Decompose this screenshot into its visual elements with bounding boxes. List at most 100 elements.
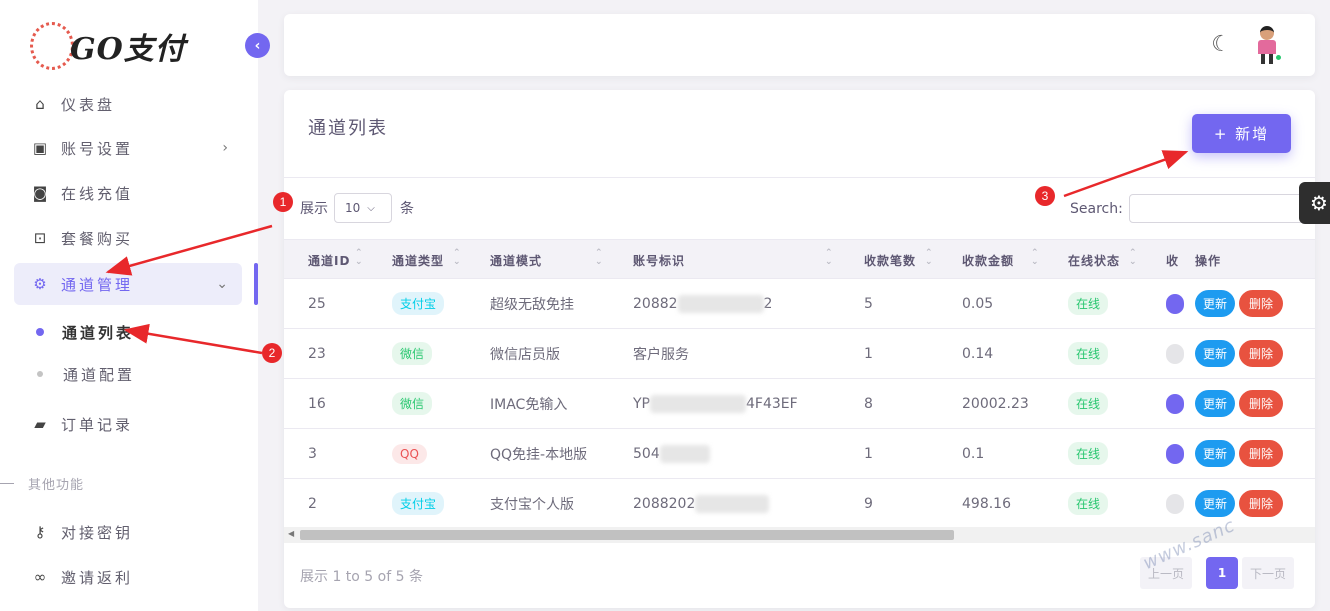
delete-button[interactable]: 删除 [1239, 340, 1284, 367]
page-length-control: 展示 10 ⌵ 条 [300, 193, 414, 223]
horizontal-scrollbar[interactable]: ◀ [284, 527, 1315, 543]
search-label: Search: [1070, 200, 1123, 217]
sidebar-item-channel-management[interactable]: ⚙ 通道管理 ⌄ [14, 263, 242, 305]
update-button[interactable]: 更新 [1195, 290, 1236, 317]
add-channel-button[interactable]: + 新增 [1192, 114, 1291, 153]
annotation-marker-1: 1 [273, 192, 293, 212]
avatar[interactable] [1251, 24, 1283, 64]
receive-toggle[interactable] [1166, 293, 1184, 314]
sidebar-item-label: 在线充值 [61, 184, 134, 203]
type-badge: 支付宝 [392, 292, 445, 315]
cell-id: 3 [308, 445, 317, 462]
update-button[interactable]: 更新 [1195, 440, 1236, 467]
sidebar-item-label: 对接密钥 [61, 523, 134, 542]
search-input[interactable] [1128, 194, 1309, 223]
receive-toggle[interactable] [1166, 343, 1184, 364]
length-prefix: 展示 [300, 201, 328, 217]
cell-actions: 更新 删除 [1195, 479, 1284, 527]
type-badge: 支付宝 [392, 492, 445, 515]
sidebar-item-package-purchase[interactable]: ⊡ 套餐购买 [14, 217, 242, 259]
delete-button[interactable]: 删除 [1239, 390, 1284, 417]
table-row: 25 支付宝 超级无敌免挂 20882 2 5 0.05 在线 更新 删除 [284, 279, 1315, 329]
online-status-dot [1274, 53, 1283, 62]
status-badge: 在线 [1068, 342, 1109, 365]
type-badge: 微信 [392, 342, 433, 365]
cell-actions: 更新 删除 [1195, 429, 1284, 478]
sidebar-item-referral[interactable]: ∞ 邀请返利 [14, 556, 242, 598]
annotation-marker-2: 2 [262, 343, 282, 363]
redacted-blur [659, 444, 710, 463]
collapse-sidebar-button[interactable]: ‹ [245, 33, 270, 58]
cell-amount: 20002.23 [962, 395, 1029, 412]
column-header-status[interactable]: 在线状态 ⌃ ⌄ [1068, 240, 1137, 280]
status-badge: 在线 [1068, 292, 1109, 315]
column-header-mode[interactable]: 通道模式 ⌃ ⌄ [490, 240, 603, 280]
sidebar-subitem-channel-config[interactable]: 通道配置 [36, 359, 135, 389]
column-header-label: 账号标识 [633, 253, 686, 268]
receive-toggle[interactable] [1166, 493, 1184, 514]
account-visible-prefix: 504 [633, 445, 660, 462]
column-header-receive[interactable]: 收 [1166, 240, 1179, 280]
scroll-left-icon[interactable]: ◀ [288, 529, 294, 538]
chevron-down-icon: ⌄ [216, 276, 228, 292]
divider [284, 177, 1315, 178]
length-suffix: 条 [400, 201, 414, 217]
update-button[interactable]: 更新 [1195, 490, 1236, 517]
bullet-icon [37, 371, 43, 377]
scrollbar-thumb[interactable] [300, 530, 954, 540]
account-visible-prefix: 2088202 [633, 495, 696, 512]
sidebar-item-account-settings[interactable]: ▣ 账号设置 › [14, 127, 242, 169]
cell-account: 客户服务 [633, 329, 689, 378]
account-box-icon: ▣ [32, 139, 48, 157]
sidebar-item-dashboard[interactable]: ⌂ 仪表盘 [14, 83, 242, 125]
sidebar-item-online-recharge[interactable]: ◙ 在线充值 [14, 172, 242, 214]
column-header-type[interactable]: 通道类型 ⌃ ⌄ [392, 240, 461, 280]
brand-logo[interactable]: GO支付 [30, 18, 186, 74]
delete-button[interactable]: 删除 [1239, 490, 1284, 517]
sidebar-subitem-channel-list[interactable]: 通道列表 [36, 317, 134, 347]
column-header-count[interactable]: 收款笔数 ⌃ ⌄ [864, 240, 933, 280]
column-header-amount[interactable]: 收款金额 ⌃ ⌄ [962, 240, 1039, 280]
logo-ring-icon [30, 22, 74, 70]
section-label-text: 其他功能 [28, 478, 85, 493]
column-header-account[interactable]: 账号标识 ⌃ ⌄ [633, 240, 833, 280]
update-button[interactable]: 更新 [1195, 390, 1236, 417]
cell-status: 在线 [1068, 429, 1109, 478]
cell-toggle [1166, 329, 1184, 378]
cell-account: YP 4F43EF [633, 379, 798, 428]
page-button-current[interactable]: 1 [1206, 557, 1239, 589]
home-icon: ⌂ [35, 95, 45, 113]
type-badge: 微信 [392, 392, 433, 415]
column-header-label: 收款金额 [962, 253, 1015, 268]
redacted-blur [677, 294, 764, 313]
sidebar-item-label: 套餐购买 [61, 229, 134, 248]
next-page-button[interactable]: 下一页 [1242, 557, 1295, 589]
moon-icon[interactable]: ☾ [1211, 32, 1231, 57]
sidebar-item-label: 账号设置 [61, 139, 134, 158]
page-length-select[interactable]: 10 ⌵ [334, 193, 392, 223]
shopping-bag-icon: ⊡ [33, 229, 47, 247]
column-header-label: 收款笔数 [864, 253, 917, 268]
avatar-head [1260, 26, 1274, 40]
sidebar-item-order-records[interactable]: ▰ 订单记录 [14, 403, 242, 445]
cell-amount: 0.05 [962, 295, 994, 312]
table-info: 展示 1 to 5 of 5 条 [300, 569, 423, 585]
delete-button[interactable]: 删除 [1239, 440, 1284, 467]
receive-toggle[interactable] [1166, 393, 1184, 414]
sort-icon: ⌃ ⌄ [595, 248, 603, 267]
cell-id: 2 [308, 495, 317, 512]
active-indicator [254, 263, 258, 305]
sort-icon: ⌃ ⌄ [1031, 248, 1039, 267]
sidebar-subitem-label: 通道配置 [63, 365, 136, 384]
cell-type: 支付宝 [392, 479, 445, 527]
sidebar-item-api-keys[interactable]: ⚷ 对接密钥 [14, 511, 242, 553]
column-header-label: 收 [1166, 253, 1180, 268]
cell-type: 支付宝 [392, 279, 445, 328]
avatar-legs [1261, 54, 1273, 64]
settings-gear-icon[interactable]: ⚙ [1299, 182, 1330, 224]
column-header-id[interactable]: 通道ID ⌃ ⌄ [308, 240, 363, 280]
receive-toggle[interactable] [1166, 443, 1184, 464]
column-header-actions: 操作 [1195, 240, 1221, 280]
delete-button[interactable]: 删除 [1239, 290, 1284, 317]
update-button[interactable]: 更新 [1195, 340, 1236, 367]
